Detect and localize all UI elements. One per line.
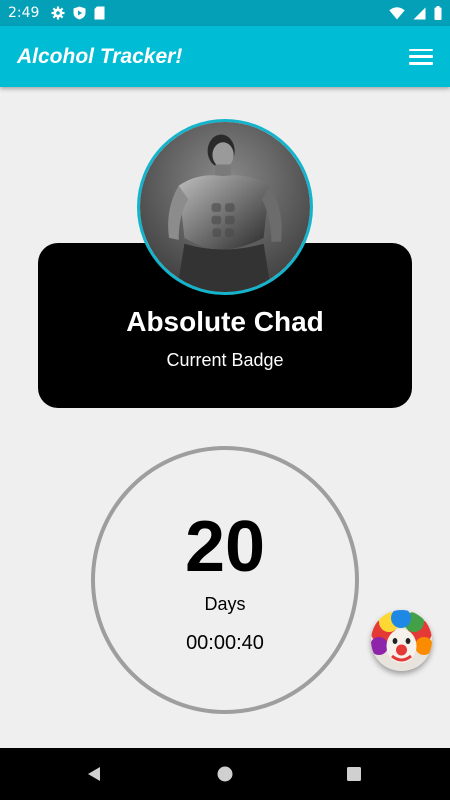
play-protect-icon xyxy=(73,6,86,20)
status-icons-right xyxy=(389,6,442,20)
menu-button[interactable] xyxy=(409,47,433,67)
battery-icon xyxy=(434,6,442,20)
recents-icon xyxy=(347,767,361,781)
system-nav-bar xyxy=(0,748,450,800)
gear-icon xyxy=(51,6,65,20)
status-time: 2:49 xyxy=(8,5,40,21)
wifi-icon xyxy=(389,6,405,20)
days-count: 20 xyxy=(184,507,266,587)
clown-icon xyxy=(371,610,432,671)
back-button[interactable] xyxy=(64,748,124,800)
badge-avatar xyxy=(137,119,313,295)
badge-name: Absolute Chad xyxy=(126,306,324,337)
status-icons-left xyxy=(51,6,105,20)
back-icon xyxy=(88,767,100,781)
signal-icon xyxy=(413,7,426,20)
days-label: Days xyxy=(204,594,246,614)
hamburger-menu-icon xyxy=(409,48,433,51)
app-title: Alcohol Tracker! xyxy=(17,44,183,68)
home-icon xyxy=(217,766,233,782)
badge-subtitle: Current Badge xyxy=(166,350,284,370)
clown-fab-button[interactable] xyxy=(371,610,432,671)
app-bar: Alcohol Tracker! xyxy=(0,26,450,87)
recents-button[interactable] xyxy=(324,748,384,800)
home-button[interactable] xyxy=(195,748,255,800)
badge-avatar-image xyxy=(140,122,310,292)
status-bar: 2:49 xyxy=(0,0,450,26)
sd-card-icon xyxy=(94,6,105,20)
